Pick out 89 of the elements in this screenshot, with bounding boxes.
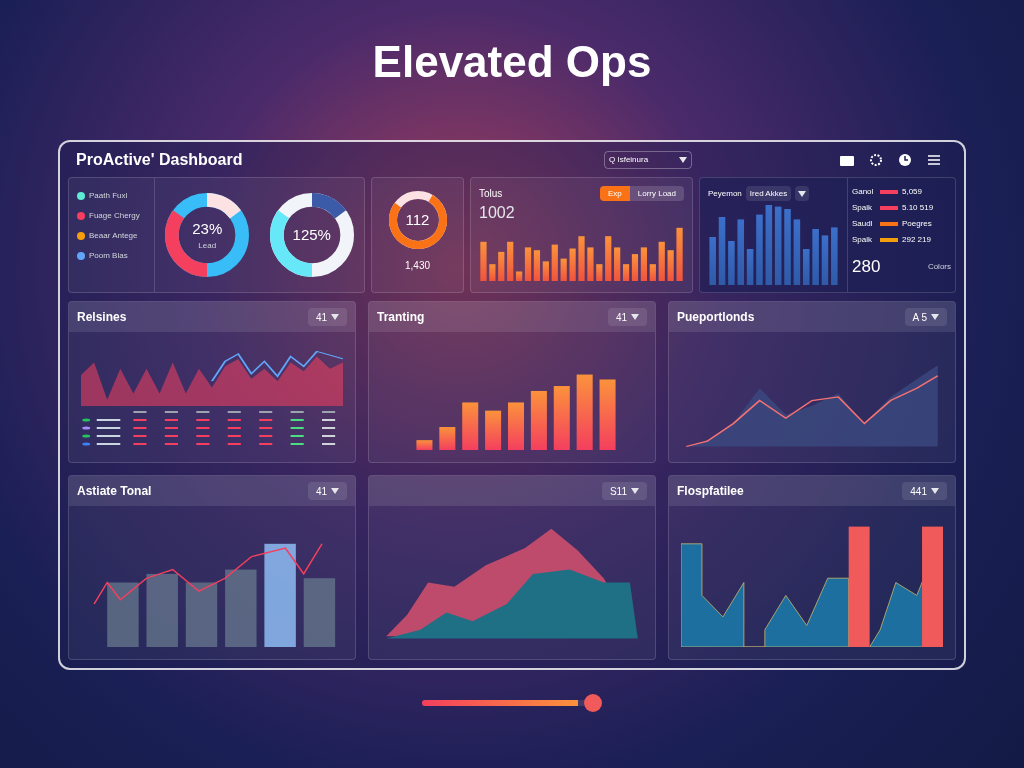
row-label: Spaik xyxy=(852,234,873,246)
bar xyxy=(718,217,726,285)
bar xyxy=(728,241,735,285)
bar xyxy=(462,402,479,450)
bar xyxy=(605,236,612,281)
bar xyxy=(185,582,218,647)
slider[interactable] xyxy=(422,694,602,712)
panel-title: Pueportlonds xyxy=(677,309,755,326)
bar xyxy=(812,229,819,285)
legend-label: Paath Fuxl xyxy=(89,190,128,202)
bar xyxy=(303,578,336,647)
bar xyxy=(569,248,576,281)
bar xyxy=(416,440,433,450)
caret-icon xyxy=(331,314,339,320)
panel-title: Tranting xyxy=(377,309,425,326)
caret-icon xyxy=(631,488,639,494)
bar xyxy=(667,250,674,281)
bar xyxy=(551,244,558,281)
bar xyxy=(821,235,829,285)
bar xyxy=(756,214,763,285)
bar xyxy=(439,427,456,450)
bar xyxy=(587,247,594,281)
row-value: Poegres xyxy=(902,218,932,230)
gauge-value: 112 xyxy=(405,209,430,230)
bar xyxy=(709,237,716,285)
donut-value: 23% xyxy=(192,218,223,239)
bar xyxy=(498,251,505,281)
bar xyxy=(480,241,487,281)
bar xyxy=(508,402,524,450)
menu-icon[interactable] xyxy=(928,154,940,165)
caret-icon xyxy=(931,314,939,320)
range-dropdown[interactable]: 441 xyxy=(902,482,947,500)
caret-icon xyxy=(631,314,639,320)
range-dropdown[interactable]: 41 xyxy=(307,308,347,326)
headline: Elevated Ops xyxy=(372,36,652,88)
range-dropdown[interactable]: 41 xyxy=(307,482,347,500)
total-label: Colors xyxy=(927,260,951,273)
panel-title: Relsines xyxy=(77,309,127,326)
settings-icon[interactable] xyxy=(870,153,882,166)
row-label: Saudl xyxy=(852,218,874,230)
bar xyxy=(676,227,683,281)
bar xyxy=(596,264,603,281)
bar xyxy=(530,390,547,450)
bar xyxy=(831,227,838,285)
bar xyxy=(578,236,585,281)
legend-label: Poom Blas xyxy=(89,250,128,262)
bar xyxy=(553,386,570,450)
bar xyxy=(793,219,801,285)
clock-icon[interactable] xyxy=(898,152,912,167)
range-dropdown[interactable]: 41 xyxy=(607,308,647,326)
window-title: ProActive' Dashboard xyxy=(76,149,244,170)
row-label: Ganol xyxy=(852,186,875,198)
bar xyxy=(649,264,656,281)
bar xyxy=(507,241,514,281)
totals-title: Tolus xyxy=(479,187,503,201)
range-dropdown[interactable]: A 5 xyxy=(904,308,947,326)
row-value: 292 219 xyxy=(902,234,931,246)
totals-value: 1002 xyxy=(479,203,516,223)
filter-dropdown[interactable]: Ired Akkes xyxy=(745,186,792,201)
gauge-caption: 1,430 xyxy=(405,259,430,273)
toggle-option[interactable]: Lorry Load xyxy=(629,186,684,201)
caret-icon xyxy=(798,190,807,197)
row-label: Spaik xyxy=(852,202,873,214)
row-value: 5.10 519 xyxy=(902,202,934,214)
gauge-ring xyxy=(387,190,448,250)
range-dropdown[interactable]: S11 xyxy=(601,482,647,500)
bar xyxy=(658,241,665,281)
bar xyxy=(107,582,139,647)
donut-caption: Lead xyxy=(198,240,217,253)
panel-title: Flospfatilee xyxy=(677,483,744,500)
legend-label: Peyemon xyxy=(708,187,742,200)
total-value: 280 xyxy=(852,256,881,278)
dropdown-button[interactable] xyxy=(795,186,810,201)
donut-value: 125% xyxy=(292,224,331,245)
row-value: 5,059 xyxy=(902,186,923,198)
caret-icon xyxy=(931,488,939,494)
bar xyxy=(599,379,616,450)
folder-icon[interactable] xyxy=(840,153,854,166)
caret-icon xyxy=(331,488,339,494)
legend-label: Beaar Antege xyxy=(89,230,138,242)
slider-thumb[interactable] xyxy=(584,694,602,712)
panel-title: Astiate Tonal xyxy=(77,483,152,500)
legend-label: Fuage Chergy xyxy=(89,210,140,222)
bar xyxy=(803,249,810,285)
bar xyxy=(560,258,567,281)
caret-icon xyxy=(679,156,687,163)
bar xyxy=(489,264,496,281)
bar xyxy=(485,410,502,450)
search-field[interactable]: Q Isfeinura xyxy=(604,150,692,169)
